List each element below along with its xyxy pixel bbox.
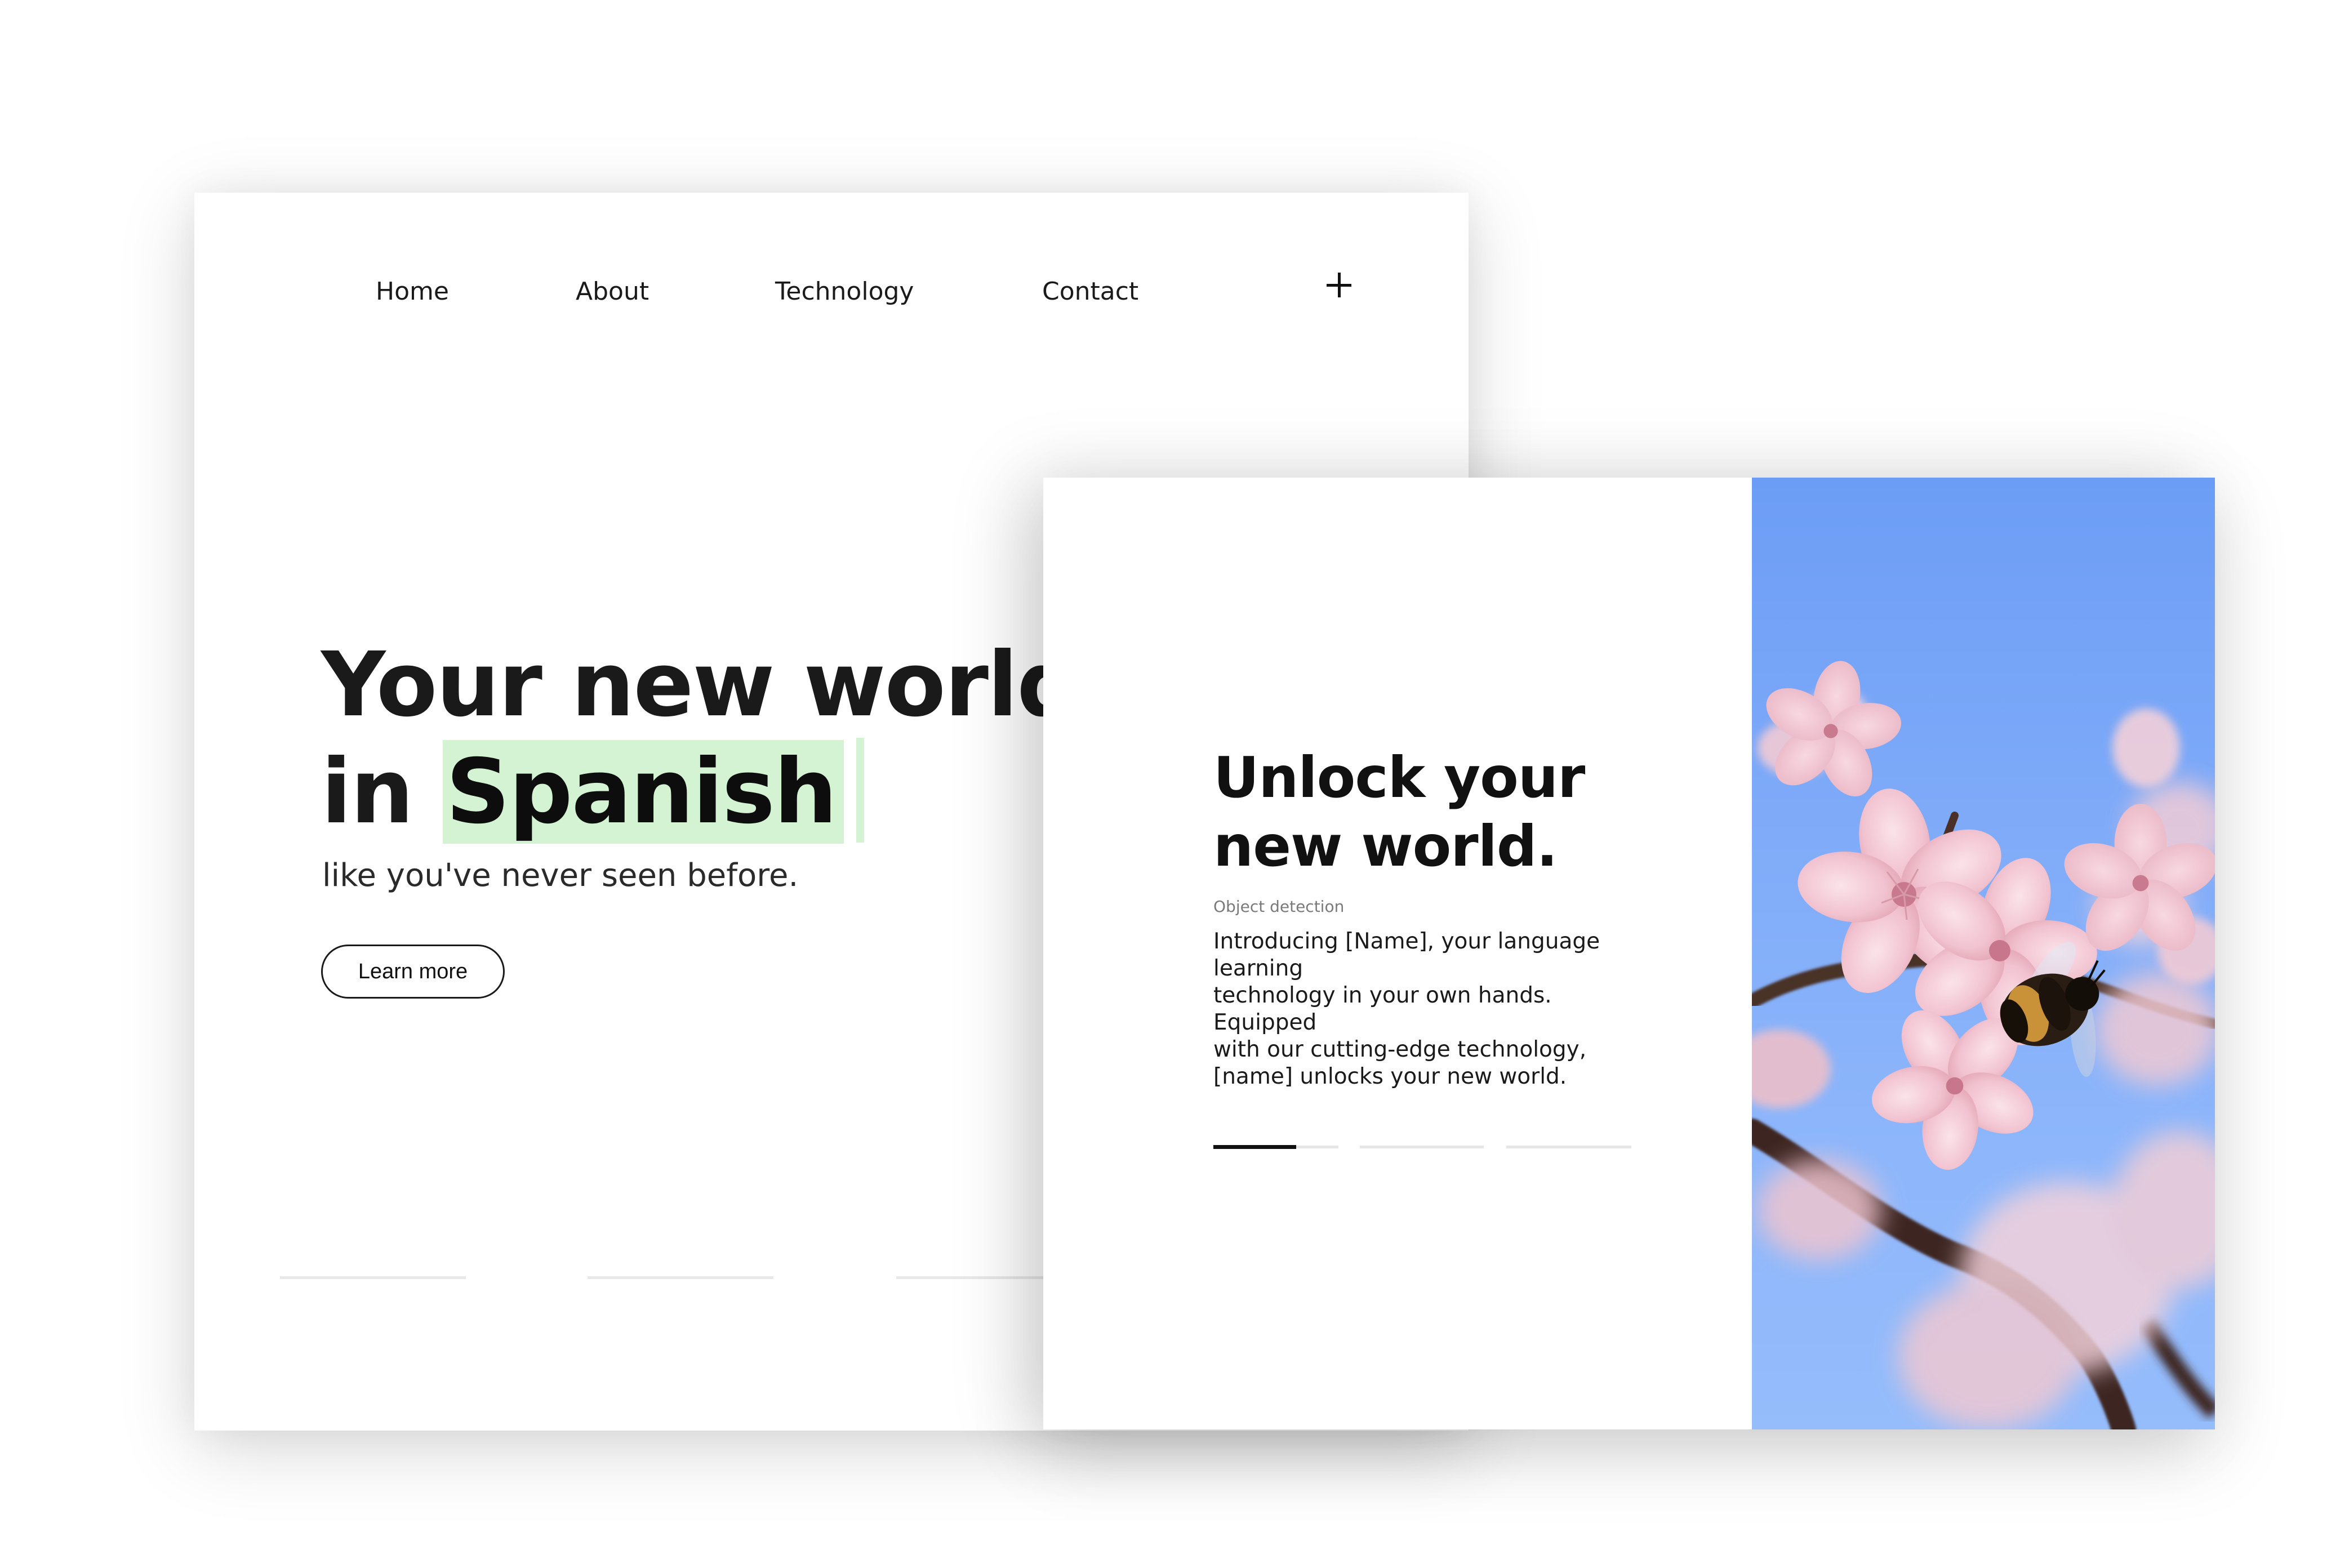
- plus-icon[interactable]: [1322, 268, 1356, 302]
- nav-item-contact[interactable]: Contact: [1042, 277, 1138, 306]
- slide-progress-fill: [1213, 1145, 1296, 1149]
- slide-title-line2: new world.: [1213, 813, 1558, 879]
- hero-title-highlight: Spanish: [442, 740, 844, 844]
- hero-subtitle: like you've never seen before.: [322, 857, 799, 894]
- slide-description-line: with our cutting-edge technology,: [1213, 1037, 1587, 1062]
- cherry-blossom-bee-photo: [1752, 478, 2215, 1429]
- top-navigation: Home About Technology Contact: [194, 266, 1469, 328]
- hero-title-line2: in Spanish: [321, 738, 1079, 845]
- slide-indicator[interactable]: [280, 1276, 466, 1279]
- slide-description-line: [name] unlocks your new world.: [1213, 1064, 1567, 1089]
- slide-title: Unlock your new world.: [1213, 743, 1585, 881]
- blossom-illustration: [1752, 661, 2215, 1429]
- slide-description-line: learning: [1213, 956, 1303, 981]
- slide-progress-segment-active[interactable]: [1213, 1145, 1338, 1149]
- nav-item-technology[interactable]: Technology: [775, 277, 914, 306]
- slide-progress-segment[interactable]: [1360, 1146, 1484, 1148]
- nav-item-home[interactable]: Home: [376, 277, 449, 306]
- mockup-stage: Home About Technology Contact Your new w…: [0, 0, 2349, 1568]
- slide-progress-segment[interactable]: [1506, 1146, 1631, 1148]
- slide-indicator[interactable]: [588, 1276, 773, 1279]
- slide-tag: Object detection: [1213, 897, 1345, 916]
- nav-item-about[interactable]: About: [576, 277, 649, 306]
- slide-description-line: technology in your own hands.: [1213, 983, 1552, 1008]
- slide-text-panel: Unlock your new world. Object detection …: [1043, 478, 1752, 1429]
- slide-description: Introducing [Name], your language learni…: [1213, 928, 1600, 1090]
- hero-title: Your new world in Spanish: [321, 632, 1080, 845]
- slide-description-line: Introducing [Name], your language: [1213, 929, 1600, 954]
- slide-title-line1: Unlock your: [1213, 745, 1585, 810]
- slide-description-line: Equipped: [1213, 1010, 1317, 1035]
- learn-more-button[interactable]: Learn more: [321, 945, 505, 999]
- text-cursor: [856, 738, 865, 843]
- feature-slider-card: Unlock your new world. Object detection …: [1043, 478, 2215, 1429]
- hero-title-line1: Your new world: [321, 633, 1080, 737]
- hero-title-prefix: in: [321, 740, 414, 844]
